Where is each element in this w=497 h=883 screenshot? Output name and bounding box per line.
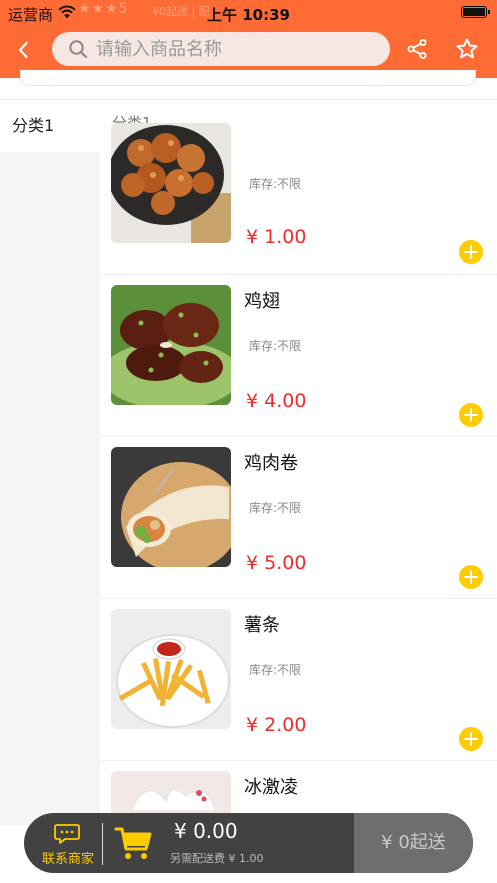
divider <box>102 823 103 865</box>
add-to-cart-button[interactable] <box>459 403 483 427</box>
shopping-cart-icon[interactable] <box>114 825 152 861</box>
product-price: ¥ 5.00 <box>246 552 307 574</box>
product-item[interactable]: 薯条 库存:不限 ¥ 2.00 <box>100 599 497 761</box>
add-to-cart-button[interactable] <box>459 565 483 589</box>
product-stock: 库存:不限 <box>249 339 302 353</box>
contact-merchant-label: 联系商家 <box>42 852 95 867</box>
product-name: 薯条 <box>244 615 280 636</box>
product-stock: 库存:不限 <box>249 501 302 515</box>
product-list[interactable]: 分类1 <box>100 100 497 825</box>
product-name: 鸡翅 <box>244 291 280 312</box>
product-image-chicken-wrap[interactable] <box>111 447 231 567</box>
product-stock: 库存:不限 <box>249 177 302 191</box>
product-image-chicken-wings[interactable] <box>111 285 231 405</box>
sidebar-item-category-1[interactable]: 分类1 <box>0 100 100 152</box>
app-root: 运营商 ★★★5 ¥0起送 | 配 上午 10:39 请输入商品名称 分类1 库… <box>0 0 497 883</box>
delivery-fee-note: 另需配送费 ¥ 1.00 <box>170 852 264 865</box>
search-input[interactable] <box>96 32 376 66</box>
shop-card-edge <box>0 70 497 100</box>
checkout-button[interactable]: ¥ 0起送 <box>354 813 473 873</box>
cart-total: ¥ 0.00 <box>174 819 238 843</box>
share-icon[interactable] <box>405 37 429 61</box>
favorite-star-icon[interactable] <box>455 37 479 61</box>
clock: 上午 10:39 <box>207 6 290 24</box>
battery-icon <box>461 6 490 18</box>
category-sidebar: 分类1 <box>0 100 100 825</box>
product-price: ¥ 4.00 <box>246 390 307 412</box>
shop-info-card <box>20 70 476 86</box>
search-bar[interactable] <box>52 32 390 66</box>
status-bar: 运营商 ★★★5 ¥0起送 | 配 上午 10:39 <box>0 0 497 26</box>
cart-bar: 联系商家 ¥ 0.00 另需配送费 ¥ 1.00 ¥ 0起送 <box>24 813 473 873</box>
product-item[interactable]: 鸡肉卷 库存:不限 ¥ 5.00 <box>100 437 497 599</box>
search-icon <box>69 40 88 59</box>
product-price: ¥ 1.00 <box>246 226 307 248</box>
product-image-french-fries[interactable] <box>111 609 231 729</box>
header: 运营商 ★★★5 ¥0起送 | 配 上午 10:39 <box>0 0 497 78</box>
product-name: 冰激凌 <box>244 777 298 798</box>
product-name: 鸡肉卷 <box>244 453 298 474</box>
add-to-cart-button[interactable] <box>459 240 483 264</box>
product-item[interactable]: 库存:不限 ¥ 1.00 <box>100 113 497 275</box>
product-image-fried-chicken[interactable] <box>111 123 231 243</box>
back-arrow-icon[interactable] <box>12 38 36 62</box>
add-to-cart-button[interactable] <box>459 727 483 751</box>
chat-icon <box>54 824 80 844</box>
contact-merchant-button[interactable]: 联系商家 <box>24 813 102 873</box>
product-stock: 库存:不限 <box>249 663 302 677</box>
product-item[interactable]: 鸡翅 库存:不限 ¥ 4.00 <box>100 275 497 437</box>
product-price: ¥ 2.00 <box>246 714 307 736</box>
